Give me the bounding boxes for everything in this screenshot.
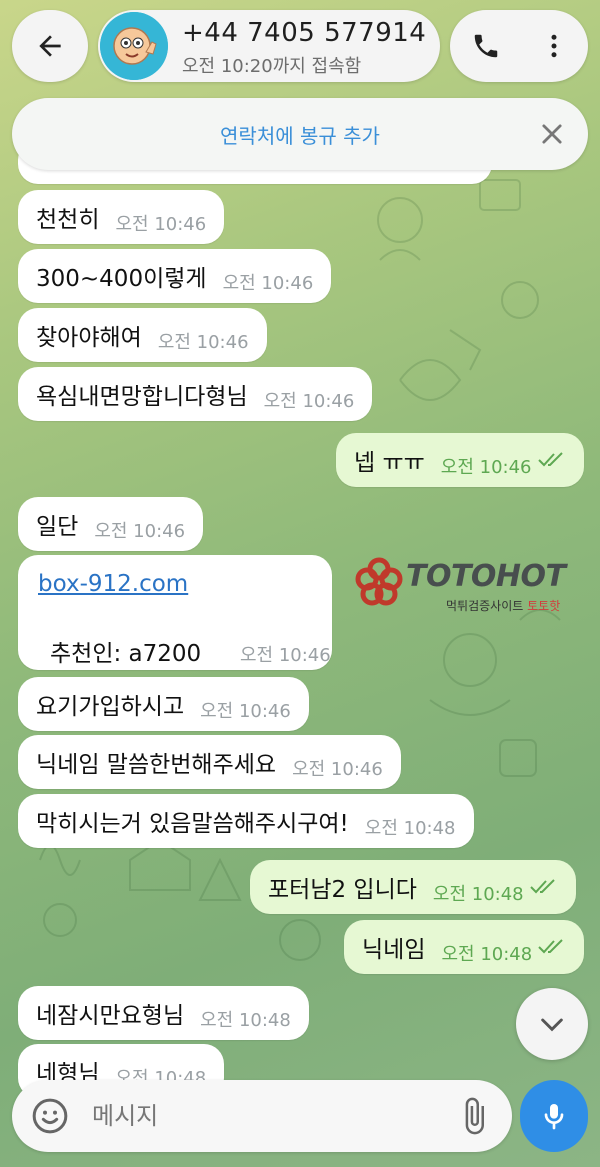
message-time: 오전 10:48 <box>441 944 533 965</box>
double-check-icon <box>538 939 563 954</box>
message-bubble: 네잠시만요형님 오전 10:48 <box>18 986 309 1040</box>
message-bubble-outgoing: 포터남2 입니다 오전 10:48 <box>250 860 576 914</box>
watermark: TOTOHOT 먹튀검증사이트 토토핫 <box>352 555 600 619</box>
voice-message-button[interactable] <box>520 1080 588 1152</box>
message-time: 오전 10:46 <box>440 457 532 478</box>
message-text: 천천히 <box>36 207 100 233</box>
arrow-left-icon <box>39 35 61 57</box>
message-text: 넵 ㅠㅠ <box>354 450 425 476</box>
double-check-icon <box>529 879 555 894</box>
message-text: 욕심내면망합니다형님 <box>36 384 248 410</box>
message-text: 추천인: a7200 <box>50 641 202 667</box>
chevron-down-icon <box>541 1018 563 1032</box>
message-text: 닉네임 말씀한번해주세요 <box>36 752 277 778</box>
message-bubble: 닉네임 말씀한번해주세요 오전 10:46 <box>18 735 401 789</box>
message-time: 오전 10:48 <box>432 884 524 905</box>
message-bubble-outgoing: 닉네임 오전 10:48 <box>344 920 585 974</box>
last-seen-status: 오전 10:20까지 접속함 <box>182 56 362 77</box>
contact-name: +44 7405 577914 <box>182 18 427 48</box>
message-composer <box>12 1080 512 1152</box>
message-time: 오전 10:46 <box>292 759 383 780</box>
message-input[interactable] <box>92 1096 432 1136</box>
cartoon-avatar-icon <box>100 12 168 80</box>
message-text: 찾아야해여 <box>36 325 142 351</box>
message-text: 포터남2 입니다 <box>268 877 417 903</box>
back-button[interactable] <box>12 10 88 82</box>
flower-logo-icon <box>355 557 403 606</box>
message-bubble: 욕심내면망합니다형님 오전 10:46 <box>18 367 373 421</box>
phone-icon <box>474 34 498 58</box>
contact-header[interactable]: +44 7405 577914 오전 10:20까지 접속함 <box>98 10 440 82</box>
message-time: 오전 10:46 <box>94 521 186 542</box>
message-time: 오전 10:46 <box>157 332 249 353</box>
scroll-down-button[interactable] <box>516 988 588 1060</box>
watermark-subtitle: 먹튀검증사이트 토토핫 <box>446 599 561 613</box>
call-button[interactable] <box>468 28 504 64</box>
double-check-icon <box>537 452 563 467</box>
add-contact-banner: 연락처에 봉규 추가 <box>12 98 588 170</box>
message-bubble: 300~400이렇게 오전 10:46 <box>18 249 332 303</box>
message-text: 일단 <box>36 514 79 540</box>
header-actions <box>450 10 588 82</box>
message-text: 닉네임 <box>362 937 426 963</box>
message-bubble: 일단 오전 10:46 <box>18 497 204 551</box>
avatar[interactable] <box>100 12 168 80</box>
message-bubble-outgoing: 넵 ㅠㅠ 오전 10:46 <box>336 433 584 487</box>
message-text: 요기가입하시고 <box>36 694 185 720</box>
message-time: 오전 10:46 <box>222 273 314 294</box>
more-vert-icon <box>551 34 557 58</box>
message-time: 오전 10:46 <box>263 391 355 412</box>
paperclip-icon[interactable] <box>454 1096 494 1136</box>
emoji-icon[interactable] <box>30 1096 70 1136</box>
microphone-icon <box>544 1104 564 1130</box>
message-time: 오전 10:48 <box>364 818 456 839</box>
watermark-brand: TOTOHOT <box>406 559 566 594</box>
message-time: 오전 10:46 <box>115 214 207 235</box>
message-text: 네잠시만요형님 <box>36 1003 185 1029</box>
message-bubble-link: box-912.com 추천인: a7200 오전 10:46 <box>18 555 332 670</box>
message-time: 오전 10:46 <box>240 645 331 666</box>
message-bubble: 찾아야해여 오전 10:46 <box>18 308 267 362</box>
message-bubble: 막히시는거 있음말씀해주시구여! 오전 10:48 <box>18 794 474 848</box>
message-text: 300~400이렇게 <box>36 266 207 292</box>
message-time: 오전 10:48 <box>200 1010 291 1031</box>
close-icon[interactable] <box>538 120 566 148</box>
message-time: 오전 10:46 <box>200 701 291 722</box>
more-options-button[interactable] <box>536 28 572 64</box>
referral-link[interactable]: box-912.com <box>38 571 188 597</box>
message-text: 막히시는거 있음말씀해주시구여! <box>36 811 349 837</box>
message-bubble: 천천히 오전 10:46 <box>18 190 225 244</box>
message-bubble: 요기가입하시고 오전 10:46 <box>18 677 309 731</box>
add-contact-button[interactable]: 연락처에 봉규 추가 <box>12 120 588 149</box>
